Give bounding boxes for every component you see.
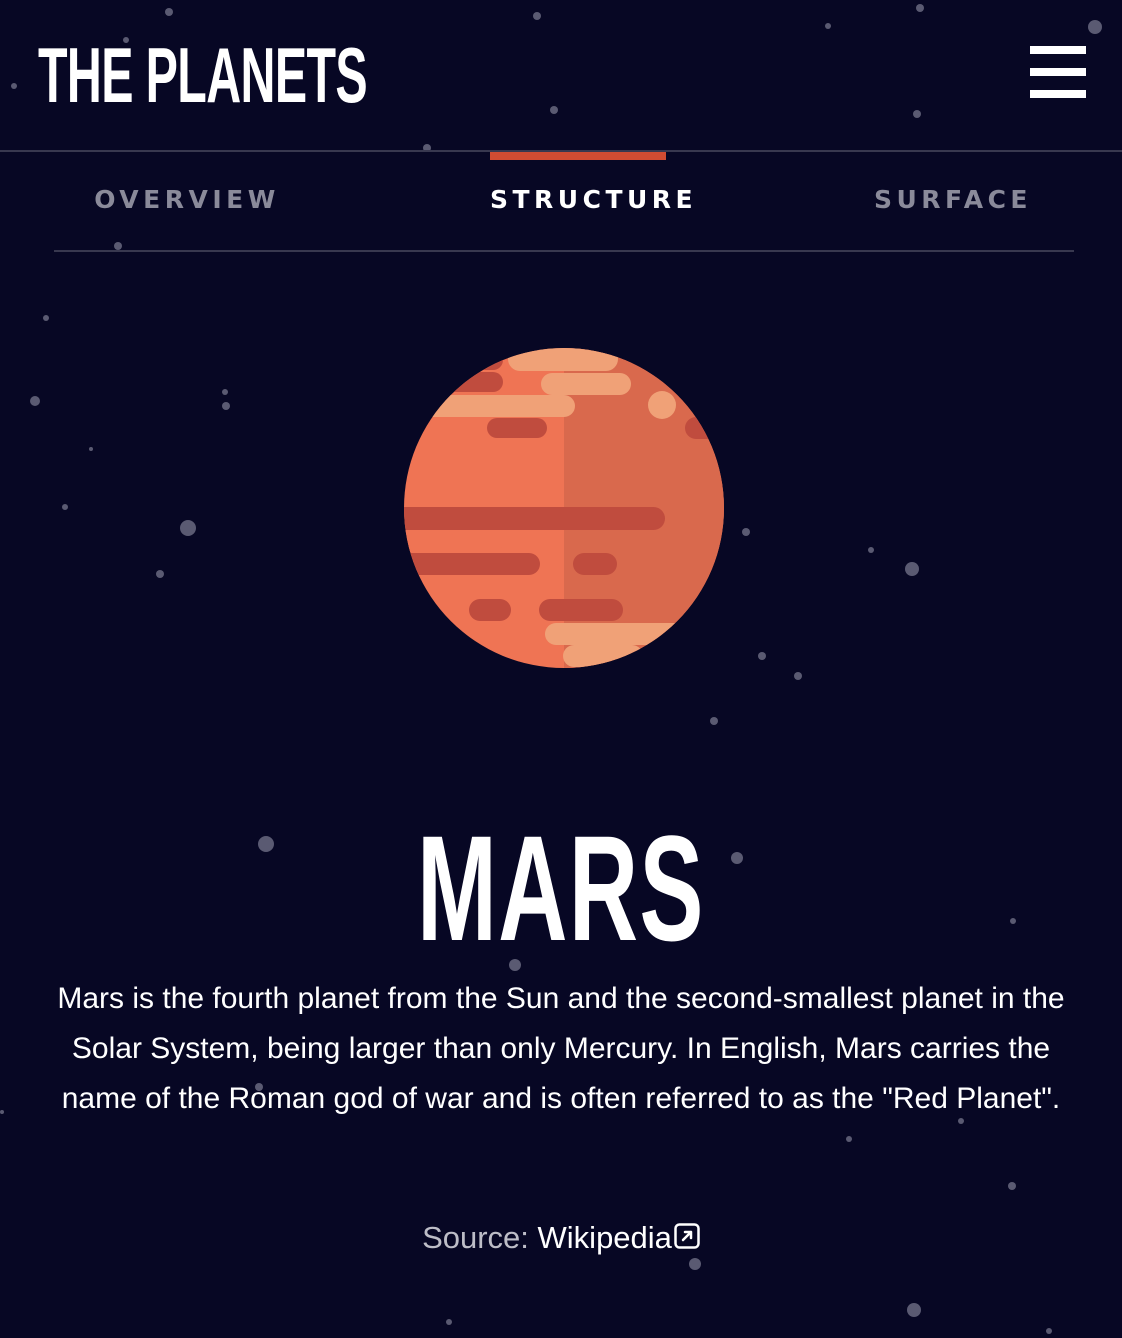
app-header: THE PLANETS xyxy=(0,0,1122,152)
active-tab-indicator xyxy=(490,152,666,160)
planet-view-tabs: OVERVIEW STRUCTURE SURFACE xyxy=(54,152,1074,252)
menu-bar-bottom xyxy=(1030,90,1086,98)
hamburger-menu-icon[interactable] xyxy=(1030,46,1086,98)
source-label: Source: xyxy=(422,1220,538,1255)
tab-label: OVERVIEW xyxy=(94,185,280,214)
planet-description: Mars is the fourth planet from the Sun a… xyxy=(57,982,1065,1115)
mars-planet-illustration xyxy=(403,347,725,669)
tab-surface[interactable]: SURFACE xyxy=(856,152,1050,250)
planet-name-heading: MARS xyxy=(0,808,1122,968)
tab-label: SURFACE xyxy=(873,185,1033,214)
tab-structure[interactable]: STRUCTURE xyxy=(490,152,698,250)
source-link-text: Wikipedia xyxy=(537,1220,672,1255)
menu-bar-top xyxy=(1030,46,1086,54)
wikipedia-source-link[interactable]: Wikipedia xyxy=(538,1220,700,1255)
tab-label: STRUCTURE xyxy=(490,185,698,214)
source-attribution: Source: Wikipedia xyxy=(0,1216,1122,1260)
external-link-icon xyxy=(674,1223,700,1249)
tab-overview[interactable]: OVERVIEW xyxy=(54,152,320,250)
site-logo-title[interactable]: THE PLANETS xyxy=(38,30,368,120)
planet-name-text: MARS xyxy=(417,804,705,972)
menu-bar-middle xyxy=(1030,68,1086,76)
